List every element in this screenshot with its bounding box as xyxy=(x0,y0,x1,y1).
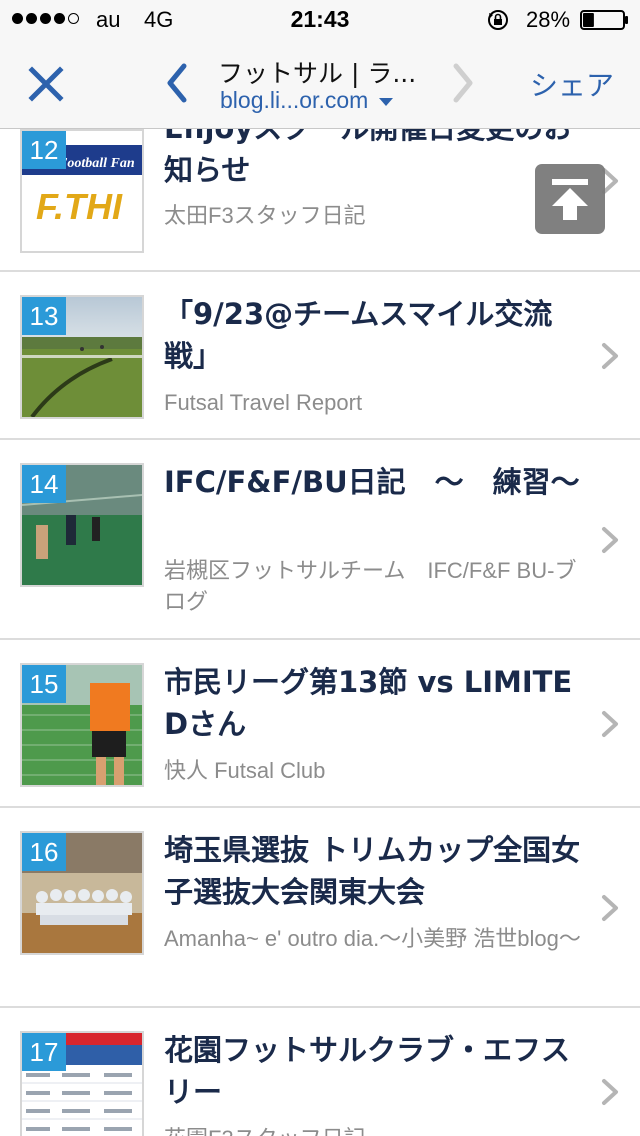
chevron-down-icon[interactable] xyxy=(378,96,394,108)
svg-text:Football Fan: Football Fan xyxy=(57,156,135,171)
thumbnail: 17 xyxy=(20,1031,144,1136)
rank-badge: 12 xyxy=(22,131,66,169)
share-button[interactable]: シェア xyxy=(530,64,614,104)
item-source: 岩槻区フットサルチーム IFC/F&F BU-ブログ xyxy=(164,558,577,614)
thumbnail: 13 xyxy=(20,295,144,419)
close-icon[interactable] xyxy=(26,62,66,106)
thumbnail: Football Fan F.THI 12 xyxy=(20,129,144,253)
rank-badge: 14 xyxy=(22,465,66,503)
rank-badge: 17 xyxy=(22,1033,66,1071)
item-source: 花園F3スタッフ日記 xyxy=(164,1123,584,1136)
chevron-right-icon xyxy=(602,1079,618,1105)
page-title: フットサル | ラ... xyxy=(218,59,417,88)
item-title[interactable]: 「9/23@チームスマイル交流戦」 xyxy=(164,293,584,377)
item-source: 快人 Futsal Club xyxy=(164,758,326,783)
back-chevron-icon[interactable] xyxy=(160,58,194,108)
svg-text:F.THI: F.THI xyxy=(36,186,123,227)
list-item[interactable]: 14 IFC/F&F/BU日記 ～ 練習～ 岩槻区フットサルチーム IFC/F&… xyxy=(0,440,640,640)
list-item[interactable]: 16 埼玉県選抜 トリムカップ全国女子選抜大会関東大会 Amanha~ e' o… xyxy=(0,808,640,1008)
scroll-to-top-button[interactable] xyxy=(535,164,605,234)
chevron-right-icon xyxy=(602,895,618,921)
list-item[interactable]: 17 花園フットサルクラブ・エフスリー 花園F3スタッフ日記 xyxy=(0,1008,640,1136)
forward-chevron-icon xyxy=(453,63,473,103)
rank-badge: 16 xyxy=(22,833,66,871)
chevron-right-icon xyxy=(602,527,618,553)
item-title[interactable]: 花園フットサルクラブ・エフスリー xyxy=(164,1029,584,1113)
thumbnail: 15 xyxy=(20,663,144,787)
item-title[interactable]: 市民リーグ第13節 vs LIMITEDさん xyxy=(164,661,584,745)
battery-icon xyxy=(580,10,628,30)
thumbnail: 14 xyxy=(20,463,144,587)
article-list[interactable]: Football Fan F.THI 12 Enjoyスクール開催日変更のお知ら… xyxy=(0,129,640,1136)
thumbnail: 16 xyxy=(20,831,144,955)
item-title[interactable]: IFC/F&F/BU日記 ～ 練習～ xyxy=(164,461,584,503)
page-url[interactable]: blog.li...or.com xyxy=(220,87,368,114)
chevron-right-icon xyxy=(602,343,618,369)
item-title[interactable]: Enjoyスクール開催日変更のお知らせ xyxy=(164,129,584,191)
nav-bar: フットサル | ラ... blog.li...or.com シェア xyxy=(0,40,640,129)
battery-percent: 28% xyxy=(526,7,571,32)
scroll-to-top-icon[interactable] xyxy=(535,164,605,234)
rank-badge: 15 xyxy=(22,665,66,703)
chevron-right-icon xyxy=(602,711,618,737)
url-dropdown[interactable]: blog.li...or.com xyxy=(220,87,394,114)
list-item[interactable]: 13 「9/23@チームスマイル交流戦」 Futsal Travel Repor… xyxy=(0,272,640,440)
item-title[interactable]: 埼玉県選抜 トリムカップ全国女子選抜大会関東大会 xyxy=(164,829,584,913)
list-item[interactable]: 15 市民リーグ第13節 vs LIMITEDさん 快人 Futsal Club xyxy=(0,640,640,808)
rank-badge: 13 xyxy=(22,297,66,335)
item-source: Futsal Travel Report xyxy=(164,390,363,415)
item-source: 太田F3スタッフ日記 xyxy=(164,203,366,228)
rotation-lock-icon xyxy=(488,10,508,30)
item-source: Amanha~ e' outro dia.～小美野 浩世blog～ xyxy=(164,926,581,951)
status-bar: au 4G 21:43 28% xyxy=(0,0,640,40)
